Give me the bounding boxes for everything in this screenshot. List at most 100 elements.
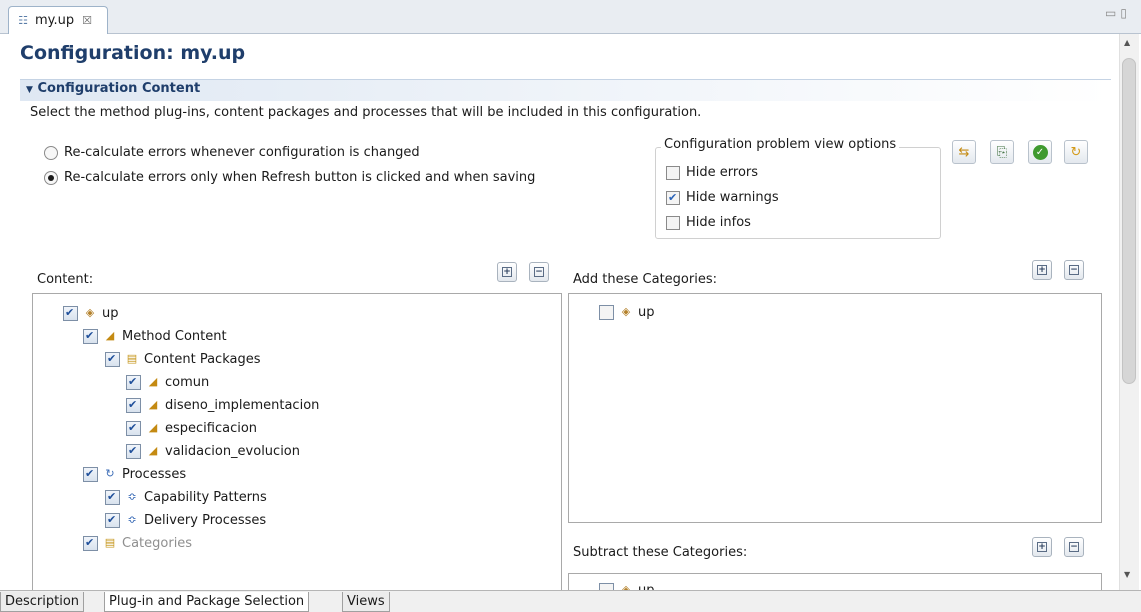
minimize-icon[interactable]: ▭ bbox=[1105, 6, 1120, 20]
validate-icon: ✓ bbox=[1032, 144, 1048, 160]
tree-item-label: up bbox=[638, 304, 655, 320]
checkbox-checked[interactable] bbox=[666, 190, 680, 205]
collapse-all-subtract-button[interactable]: − bbox=[1064, 537, 1084, 557]
tree-item-label: validacion_evolucion bbox=[165, 443, 301, 459]
tree-checkbox[interactable] bbox=[83, 535, 98, 551]
add-categories-tree[interactable]: ◈ up bbox=[568, 293, 1102, 523]
add-categories-label: Add these Categories: bbox=[573, 272, 717, 287]
hide-warnings-checkbox[interactable]: Hide warnings bbox=[666, 190, 779, 205]
tree-item-delivery-processes[interactable]: ≎ Delivery Processes bbox=[105, 510, 266, 530]
tree-item-up[interactable]: ◈ up bbox=[63, 303, 119, 323]
checkbox-label: Hide infos bbox=[686, 215, 751, 230]
tree-item-label: Method Content bbox=[122, 328, 227, 344]
scroll-down-arrow-icon[interactable]: ▼ bbox=[1124, 570, 1130, 579]
refresh-icon: ↻ bbox=[1070, 144, 1082, 160]
checkbox-label: Hide errors bbox=[686, 165, 759, 180]
content-tree[interactable]: ◈ up ◢ Method Content ▤ Content Packages… bbox=[32, 293, 562, 593]
checkbox[interactable] bbox=[666, 165, 680, 180]
hide-problems-button[interactable]: ⇆ bbox=[952, 140, 976, 164]
content-packages-icon: ▤ bbox=[126, 352, 138, 365]
plugin-icon: ◈ bbox=[621, 305, 631, 318]
tree-item-validacion-evolucion[interactable]: ◢ validacion_evolucion bbox=[126, 441, 300, 461]
content-package-icon: ◢ bbox=[148, 375, 158, 388]
tree-checkbox[interactable] bbox=[105, 489, 120, 505]
capability-patterns-icon: ≎ bbox=[127, 490, 137, 503]
problem-view-options-title: Configuration problem view options bbox=[661, 137, 900, 152]
validate-button[interactable]: ✓ bbox=[1028, 140, 1052, 164]
tree-checkbox[interactable] bbox=[105, 512, 120, 528]
radio-label: Re-calculate errors whenever configurati… bbox=[64, 145, 420, 160]
tree-item-categories[interactable]: ▤ Categories bbox=[83, 533, 192, 553]
checkbox[interactable] bbox=[666, 215, 680, 230]
expand-all-content-button[interactable]: + bbox=[497, 262, 517, 282]
page-title: Configuration: my.up bbox=[20, 42, 246, 64]
close-tab-icon[interactable]: ☒ bbox=[82, 14, 92, 27]
editor-tab-label: my.up bbox=[35, 13, 75, 28]
tree-checkbox[interactable] bbox=[126, 443, 141, 459]
tab-views[interactable]: Views bbox=[342, 592, 390, 612]
radio-button-selected[interactable] bbox=[44, 170, 58, 185]
hide-infos-checkbox[interactable]: Hide infos bbox=[666, 215, 751, 230]
tree-item-label: Delivery Processes bbox=[144, 512, 267, 528]
tab-plugin-and-package-selection[interactable]: Plug-in and Package Selection bbox=[104, 592, 310, 612]
section-header-configuration-content[interactable]: ▼ Configuration Content bbox=[26, 81, 200, 96]
tree-checkbox[interactable] bbox=[105, 351, 120, 367]
content-package-icon: ◢ bbox=[148, 398, 158, 411]
maximize-icon[interactable]: ▯ bbox=[1120, 6, 1131, 20]
tree-item-up[interactable]: ◈ up bbox=[599, 302, 655, 322]
tree-item-label: Content Packages bbox=[144, 351, 261, 367]
configuration-file-icon: ☷ bbox=[18, 13, 28, 27]
content-label: Content: bbox=[37, 272, 94, 287]
expand-all-icon: + bbox=[1037, 542, 1047, 552]
tree-item-label: up bbox=[102, 305, 119, 321]
tree-checkbox[interactable] bbox=[126, 374, 141, 390]
tree-item-label: diseno_implementacion bbox=[165, 397, 320, 413]
scrollbar-thumb[interactable] bbox=[1122, 58, 1136, 384]
tree-item-comun[interactable]: ◢ comun bbox=[126, 372, 209, 392]
collapse-all-icon: − bbox=[1069, 542, 1079, 552]
checkbox-label: Hide warnings bbox=[686, 190, 779, 205]
show-problems-icon: ⎘ bbox=[996, 144, 1008, 160]
tree-checkbox[interactable] bbox=[126, 397, 141, 413]
tree-item-method-content[interactable]: ◢ Method Content bbox=[83, 326, 227, 346]
tree-item-label: Capability Patterns bbox=[144, 489, 267, 505]
tree-item-diseno-implementacion[interactable]: ◢ diseno_implementacion bbox=[126, 395, 319, 415]
collapse-section-icon[interactable]: ▼ bbox=[26, 85, 33, 95]
tree-item-label: Processes bbox=[122, 466, 187, 482]
subtract-categories-tree[interactable]: ◈ up bbox=[568, 573, 1102, 591]
collapse-all-content-button[interactable]: − bbox=[529, 262, 549, 282]
tree-checkbox[interactable] bbox=[599, 304, 614, 320]
expand-all-icon: + bbox=[1037, 265, 1047, 275]
expand-all-subtract-button[interactable]: + bbox=[1032, 537, 1052, 557]
tree-checkbox[interactable] bbox=[83, 466, 98, 482]
radio-recalc-on-refresh[interactable]: Re-calculate errors only when Refresh bu… bbox=[44, 170, 535, 185]
tree-item-label: Categories bbox=[122, 535, 193, 551]
tree-item-content-packages[interactable]: ▤ Content Packages bbox=[105, 349, 261, 369]
tree-checkbox[interactable] bbox=[63, 305, 78, 321]
editor-tab-my-up[interactable]: ☷ my.up ☒ bbox=[8, 6, 108, 34]
content-package-icon: ◢ bbox=[148, 444, 158, 457]
tree-item-especificacion[interactable]: ◢ especificacion bbox=[126, 418, 257, 438]
tree-checkbox[interactable] bbox=[83, 328, 98, 344]
radio-button[interactable] bbox=[44, 145, 58, 160]
tab-description[interactable]: Description bbox=[0, 592, 85, 612]
scroll-up-arrow-icon[interactable]: ▲ bbox=[1124, 38, 1130, 47]
plugin-icon: ◈ bbox=[85, 306, 95, 319]
collapse-all-add-button[interactable]: − bbox=[1064, 260, 1084, 280]
delivery-processes-icon: ≎ bbox=[127, 513, 137, 526]
tree-item-label: especificacion bbox=[165, 420, 258, 436]
hide-problems-icon: ⇆ bbox=[958, 144, 970, 160]
show-problems-button[interactable]: ⎘ bbox=[990, 140, 1014, 164]
collapse-all-icon: − bbox=[1069, 265, 1079, 275]
refresh-button[interactable]: ↻ bbox=[1064, 140, 1088, 164]
tree-item-capability-patterns[interactable]: ≎ Capability Patterns bbox=[105, 487, 267, 507]
section-title: Configuration Content bbox=[37, 81, 201, 96]
tree-item-label: comun bbox=[165, 374, 210, 390]
expand-all-add-button[interactable]: + bbox=[1032, 260, 1052, 280]
hide-errors-checkbox[interactable]: Hide errors bbox=[666, 165, 758, 180]
collapse-all-icon: − bbox=[534, 267, 544, 277]
tree-item-processes[interactable]: ↻ Processes bbox=[83, 464, 186, 484]
tree-checkbox[interactable] bbox=[126, 420, 141, 436]
subtract-categories-label: Subtract these Categories: bbox=[573, 545, 748, 560]
radio-recalc-on-change[interactable]: Re-calculate errors whenever configurati… bbox=[44, 145, 420, 160]
